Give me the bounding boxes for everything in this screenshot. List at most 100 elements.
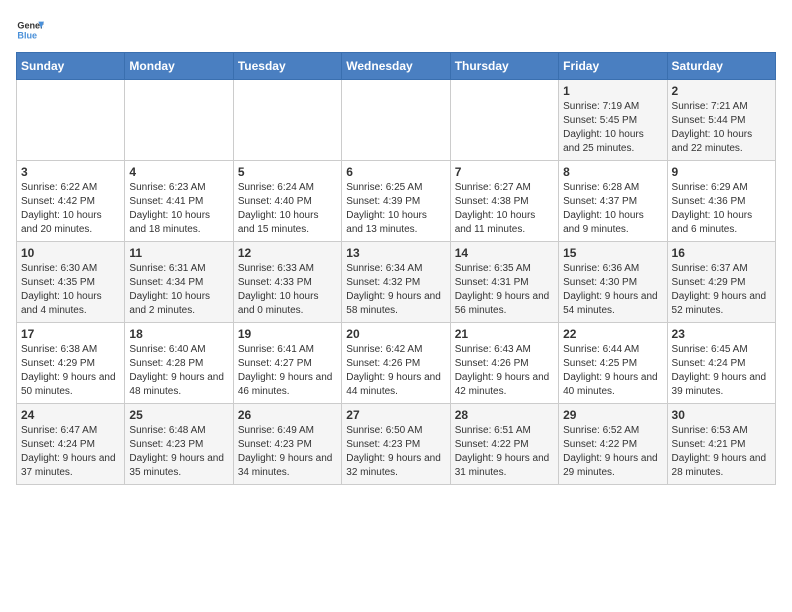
calendar-cell: 8 Sunrise: 6:28 AM Sunset: 4:37 PM Daylig… [559, 161, 667, 242]
calendar-cell: 14 Sunrise: 6:35 AM Sunset: 4:31 PM Dayli… [450, 242, 558, 323]
day-number: 26 [238, 408, 337, 422]
calendar-cell: 15 Sunrise: 6:36 AM Sunset: 4:30 PM Dayli… [559, 242, 667, 323]
day-info: Sunrise: 6:38 AM Sunset: 4:29 PM Dayligh… [21, 343, 120, 399]
calendar-cell: 7 Sunrise: 6:27 AM Sunset: 4:38 PM Daylig… [450, 161, 558, 242]
day-number: 5 [238, 165, 337, 179]
calendar-cell: 22Sunrise: 6:44 AM Sunset: 4:25 PM Dayli… [559, 323, 667, 404]
day-number: 6 [346, 165, 445, 179]
day-info: Sunrise: 6:40 AM Sunset: 4:28 PM Dayligh… [129, 343, 228, 399]
logo: General Blue [16, 16, 48, 44]
calendar-cell: 20 Sunrise: 6:42 AM Sunset: 4:26 PM Dayli… [342, 323, 450, 404]
day-number: 8 [563, 165, 662, 179]
calendar-cell: 2 Sunrise: 7:21 AM Sunset: 5:44 PM Daylig… [667, 80, 775, 161]
day-info: Sunrise: 6:49 AM Sunset: 4:23 PM Dayligh… [238, 424, 337, 480]
day-info: Sunrise: 6:24 AM Sunset: 4:40 PM Dayligh… [238, 181, 337, 237]
day-number: 15 [563, 246, 662, 260]
weekday-header-sunday: Sunday [17, 53, 125, 80]
calendar-cell: 5 Sunrise: 6:24 AM Sunset: 4:40 PM Daylig… [233, 161, 341, 242]
day-number: 18 [129, 327, 228, 341]
day-number: 29 [563, 408, 662, 422]
calendar-cell: 11Sunrise: 6:31 AM Sunset: 4:34 PM Dayli… [125, 242, 233, 323]
day-number: 20 [346, 327, 445, 341]
calendar-cell: 19Sunrise: 6:41 AM Sunset: 4:27 PM Dayli… [233, 323, 341, 404]
day-number: 1 [563, 84, 662, 98]
day-info: Sunrise: 6:51 AM Sunset: 4:22 PM Dayligh… [455, 424, 554, 480]
weekday-header-saturday: Saturday [667, 53, 775, 80]
calendar-cell: 10 Sunrise: 6:30 AM Sunset: 4:35 PM Dayli… [17, 242, 125, 323]
day-info: Sunrise: 6:47 AM Sunset: 4:24 PM Dayligh… [21, 424, 120, 480]
day-info: Sunrise: 6:52 AM Sunset: 4:22 PM Dayligh… [563, 424, 662, 480]
weekday-header-row: SundayMondayTuesdayWednesdayThursdayFrid… [17, 53, 776, 80]
calendar-cell: 18 Sunrise: 6:40 AM Sunset: 4:28 PM Dayli… [125, 323, 233, 404]
day-number: 21 [455, 327, 554, 341]
day-number: 17 [21, 327, 120, 341]
calendar-cell: 23Sunrise: 6:45 AM Sunset: 4:24 PM Dayli… [667, 323, 775, 404]
weekday-header-wednesday: Wednesday [342, 53, 450, 80]
calendar-cell: 30Sunrise: 6:53 AM Sunset: 4:21 PM Dayli… [667, 404, 775, 485]
day-number: 24 [21, 408, 120, 422]
day-number: 3 [21, 165, 120, 179]
day-info: Sunrise: 6:36 AM Sunset: 4:30 PM Dayligh… [563, 262, 662, 318]
day-number: 12 [238, 246, 337, 260]
calendar-cell: 29 Sunrise: 6:52 AM Sunset: 4:22 PM Dayli… [559, 404, 667, 485]
calendar-cell: 3 Sunrise: 6:22 AM Sunset: 4:42 PM Daylig… [17, 161, 125, 242]
day-number: 16 [672, 246, 771, 260]
day-info: Sunrise: 6:45 AM Sunset: 4:24 PM Dayligh… [672, 343, 771, 399]
calendar-cell: 4Sunrise: 6:23 AM Sunset: 4:41 PM Daylig… [125, 161, 233, 242]
day-number: 27 [346, 408, 445, 422]
day-number: 7 [455, 165, 554, 179]
calendar-cell: 25Sunrise: 6:48 AM Sunset: 4:23 PM Dayli… [125, 404, 233, 485]
calendar-table: SundayMondayTuesdayWednesdayThursdayFrid… [16, 52, 776, 485]
calendar-cell [450, 80, 558, 161]
day-info: Sunrise: 6:33 AM Sunset: 4:33 PM Dayligh… [238, 262, 337, 318]
calendar-cell: 6 Sunrise: 6:25 AM Sunset: 4:39 PM Daylig… [342, 161, 450, 242]
calendar-cell: 1 Sunrise: 7:19 AM Sunset: 5:45 PM Daylig… [559, 80, 667, 161]
calendar-week-row: 3 Sunrise: 6:22 AM Sunset: 4:42 PM Daylig… [17, 161, 776, 242]
day-number: 30 [672, 408, 771, 422]
day-number: 10 [21, 246, 120, 260]
day-info: Sunrise: 6:43 AM Sunset: 4:26 PM Dayligh… [455, 343, 554, 399]
day-info: Sunrise: 6:25 AM Sunset: 4:39 PM Dayligh… [346, 181, 445, 237]
page-header: General Blue [16, 16, 776, 44]
calendar-cell: 27 Sunrise: 6:50 AM Sunset: 4:23 PM Dayli… [342, 404, 450, 485]
day-info: Sunrise: 6:35 AM Sunset: 4:31 PM Dayligh… [455, 262, 554, 318]
calendar-week-row: 1 Sunrise: 7:19 AM Sunset: 5:45 PM Daylig… [17, 80, 776, 161]
day-info: Sunrise: 6:34 AM Sunset: 4:32 PM Dayligh… [346, 262, 445, 318]
day-info: Sunrise: 6:28 AM Sunset: 4:37 PM Dayligh… [563, 181, 662, 237]
day-info: Sunrise: 6:37 AM Sunset: 4:29 PM Dayligh… [672, 262, 771, 318]
weekday-header-friday: Friday [559, 53, 667, 80]
day-info: Sunrise: 7:19 AM Sunset: 5:45 PM Dayligh… [563, 100, 662, 156]
calendar-week-row: 17 Sunrise: 6:38 AM Sunset: 4:29 PM Dayli… [17, 323, 776, 404]
day-info: Sunrise: 6:41 AM Sunset: 4:27 PM Dayligh… [238, 343, 337, 399]
logo-icon: General Blue [16, 16, 44, 44]
calendar-cell: 16 Sunrise: 6:37 AM Sunset: 4:29 PM Dayli… [667, 242, 775, 323]
day-number: 22 [563, 327, 662, 341]
day-info: Sunrise: 6:27 AM Sunset: 4:38 PM Dayligh… [455, 181, 554, 237]
calendar-cell [233, 80, 341, 161]
calendar-week-row: 10 Sunrise: 6:30 AM Sunset: 4:35 PM Dayli… [17, 242, 776, 323]
calendar-cell [17, 80, 125, 161]
day-number: 2 [672, 84, 771, 98]
weekday-header-thursday: Thursday [450, 53, 558, 80]
calendar-cell: 21 Sunrise: 6:43 AM Sunset: 4:26 PM Dayli… [450, 323, 558, 404]
weekday-header-monday: Monday [125, 53, 233, 80]
day-info: Sunrise: 6:42 AM Sunset: 4:26 PM Dayligh… [346, 343, 445, 399]
calendar-cell: 9 Sunrise: 6:29 AM Sunset: 4:36 PM Daylig… [667, 161, 775, 242]
calendar-week-row: 24 Sunrise: 6:47 AM Sunset: 4:24 PM Dayli… [17, 404, 776, 485]
day-number: 14 [455, 246, 554, 260]
day-number: 28 [455, 408, 554, 422]
day-info: Sunrise: 6:48 AM Sunset: 4:23 PM Dayligh… [129, 424, 228, 480]
calendar-cell: 26 Sunrise: 6:49 AM Sunset: 4:23 PM Dayli… [233, 404, 341, 485]
day-number: 9 [672, 165, 771, 179]
day-number: 13 [346, 246, 445, 260]
calendar-cell [125, 80, 233, 161]
day-info: Sunrise: 6:22 AM Sunset: 4:42 PM Dayligh… [21, 181, 120, 237]
day-info: Sunrise: 6:50 AM Sunset: 4:23 PM Dayligh… [346, 424, 445, 480]
calendar-cell [342, 80, 450, 161]
calendar-cell: 17 Sunrise: 6:38 AM Sunset: 4:29 PM Dayli… [17, 323, 125, 404]
day-info: Sunrise: 6:30 AM Sunset: 4:35 PM Dayligh… [21, 262, 120, 318]
day-info: Sunrise: 7:21 AM Sunset: 5:44 PM Dayligh… [672, 100, 771, 156]
day-info: Sunrise: 6:29 AM Sunset: 4:36 PM Dayligh… [672, 181, 771, 237]
calendar-cell: 12 Sunrise: 6:33 AM Sunset: 4:33 PM Dayli… [233, 242, 341, 323]
calendar-cell: 13 Sunrise: 6:34 AM Sunset: 4:32 PM Dayli… [342, 242, 450, 323]
